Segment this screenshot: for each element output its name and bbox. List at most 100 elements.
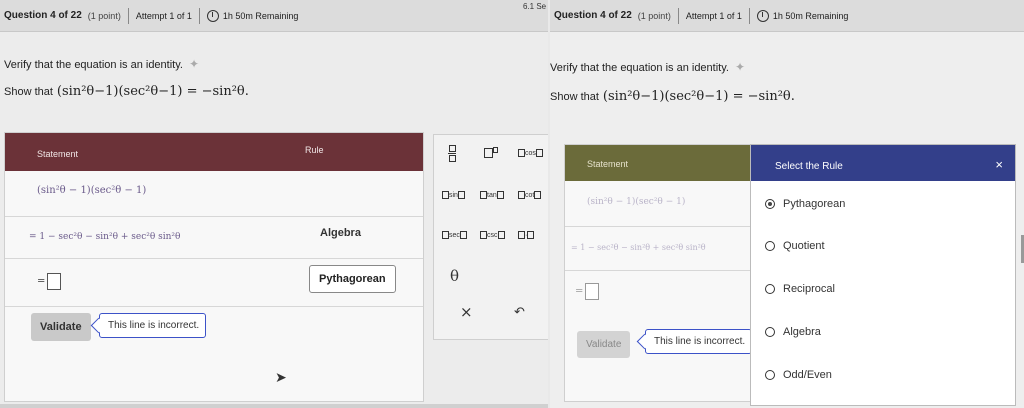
multiply-key[interactable]: · bbox=[518, 231, 535, 239]
option-label: Algebra bbox=[783, 326, 821, 338]
show-that-line: Show that (sin²θ−1)(sec²θ−1) = −sin²θ. bbox=[550, 89, 795, 104]
statement-cell: = bbox=[575, 283, 600, 300]
table-row: = 1 − sec²θ − sin²θ + sec²θ sin²θ bbox=[565, 227, 754, 271]
top-bar: Question 4 of 22 (1 point) Attempt 1 of … bbox=[550, 0, 1024, 32]
exponent-key[interactable] bbox=[484, 147, 498, 159]
table-row: = 1 − sec²θ − sin²θ + sec²θ sin²θ Algebr… bbox=[5, 217, 423, 259]
radio-selected-icon bbox=[765, 199, 775, 209]
fraction-key[interactable] bbox=[448, 145, 456, 164]
proof-table: Statement (sin²θ − 1)(sec²θ − 1) = 1 − s… bbox=[564, 144, 765, 402]
close-icon[interactable]: × bbox=[995, 157, 1003, 172]
equals-sign: = bbox=[575, 286, 584, 297]
table-header: Statement Rule bbox=[5, 133, 423, 171]
divider bbox=[677, 7, 679, 24]
validate-button[interactable]: Validate bbox=[577, 331, 631, 358]
sin-key[interactable]: sin bbox=[442, 191, 465, 199]
key-label: csc bbox=[487, 231, 498, 239]
attempt-counter: Attempt 1 of 1 bbox=[685, 10, 742, 21]
statement-column-header: Statement bbox=[37, 149, 79, 159]
radio-icon bbox=[765, 241, 775, 251]
error-message: This line is incorrect. bbox=[99, 313, 207, 338]
time-remaining: 1h 50m Remaining bbox=[222, 10, 299, 21]
question-number: Question 4 of 22 bbox=[4, 10, 82, 21]
right-screen: Question 4 of 22 (1 point) Attempt 1 of … bbox=[550, 0, 1024, 408]
rule-option-pythagorean[interactable]: Pythagorean bbox=[765, 198, 845, 210]
question-points: (1 point) bbox=[87, 10, 121, 21]
clear-key[interactable]: × bbox=[460, 303, 473, 321]
option-label: Reciprocal bbox=[783, 283, 835, 295]
divider bbox=[198, 7, 200, 24]
question-points: (1 point) bbox=[637, 10, 671, 21]
instruction: Verify that the equation is an identity. bbox=[550, 62, 729, 74]
attempt-counter: Attempt 1 of 1 bbox=[135, 10, 192, 21]
theta-key[interactable]: θ bbox=[450, 267, 459, 285]
rule-select-button[interactable]: Pythagorean bbox=[309, 265, 396, 293]
option-label: Odd/Even bbox=[783, 369, 832, 381]
timer-icon bbox=[206, 9, 219, 22]
sparkle-icon: ✦ bbox=[734, 60, 746, 74]
rule-option-odd-even[interactable]: Odd/Even bbox=[765, 369, 832, 381]
rule-column-header: Rule bbox=[305, 145, 324, 155]
option-label: Quotient bbox=[783, 240, 825, 252]
cot-key[interactable]: cot bbox=[518, 191, 542, 199]
statement-input[interactable] bbox=[47, 273, 62, 290]
validate-button[interactable]: Validate bbox=[31, 313, 91, 341]
select-rule-dialog: Select the Rule × Pythagorean Quotient R… bbox=[750, 144, 1016, 406]
section-label: 6.1 Se bbox=[523, 2, 547, 11]
rule-option-quotient[interactable]: Quotient bbox=[765, 240, 825, 252]
tan-key[interactable]: tan bbox=[480, 191, 504, 199]
instruction-text: Verify that the equation is an identity.… bbox=[550, 60, 745, 74]
table-row: (sin²θ − 1)(sec²θ − 1) bbox=[565, 181, 754, 227]
statement-input[interactable] bbox=[585, 283, 600, 300]
show-that-label: Show that bbox=[4, 86, 53, 98]
equals-sign: = bbox=[37, 276, 46, 287]
math-keypad: cos sin tan cot sec csc · θ × ↶ bbox=[433, 134, 548, 340]
key-label: cot bbox=[525, 191, 535, 199]
show-that-label: Show that bbox=[550, 91, 599, 103]
table-header: Statement bbox=[565, 145, 765, 181]
radio-icon bbox=[765, 370, 775, 380]
statement-cell: = 1 − sec²θ − sin²θ + sec²θ sin²θ bbox=[571, 243, 706, 252]
instruction: Verify that the equation is an identity. bbox=[4, 59, 183, 71]
dialog-header: Select the Rule × bbox=[751, 145, 1015, 181]
statement-cell: (sin²θ − 1)(sec²θ − 1) bbox=[587, 197, 686, 207]
csc-key[interactable]: csc bbox=[480, 231, 505, 239]
key-label: cos bbox=[525, 149, 536, 157]
left-screen: Question 4 of 22 (1 point) Attempt 1 of … bbox=[0, 0, 548, 408]
statement-cell: = bbox=[37, 273, 62, 290]
rule-cell: Algebra bbox=[320, 227, 361, 239]
key-label: sin bbox=[449, 191, 458, 199]
mouse-cursor-icon: ➤ bbox=[275, 369, 287, 385]
table-row-active: = Pythagorean bbox=[5, 259, 423, 307]
instruction-text: Verify that the equation is an identity.… bbox=[4, 57, 199, 71]
question-number: Question 4 of 22 bbox=[554, 10, 632, 21]
key-label: tan bbox=[487, 191, 497, 199]
rule-option-algebra[interactable]: Algebra bbox=[765, 326, 821, 338]
top-bar: Question 4 of 22 (1 point) Attempt 1 of … bbox=[0, 0, 548, 32]
table-row: (sin²θ − 1)(sec²θ − 1) bbox=[5, 171, 423, 217]
time-remaining: 1h 50m Remaining bbox=[772, 10, 849, 21]
table-row-active: = bbox=[565, 271, 754, 317]
error-message: This line is incorrect. bbox=[645, 329, 753, 354]
radio-icon bbox=[765, 284, 775, 294]
sparkle-icon: ✦ bbox=[188, 57, 200, 71]
option-label: Pythagorean bbox=[783, 198, 846, 210]
target-equation: (sin²θ−1)(sec²θ−1) = −sin²θ. bbox=[602, 89, 795, 104]
statement-cell: (sin²θ − 1)(sec²θ − 1) bbox=[37, 185, 147, 196]
show-that-line: Show that (sin²θ−1)(sec²θ−1) = −sin²θ. bbox=[4, 84, 249, 99]
divider bbox=[748, 7, 750, 24]
target-equation: (sin²θ−1)(sec²θ−1) = −sin²θ. bbox=[56, 84, 249, 99]
bottom-strip bbox=[0, 404, 548, 408]
proof-table: Statement Rule (sin²θ − 1)(sec²θ − 1) = … bbox=[4, 132, 424, 402]
sec-key[interactable]: sec bbox=[442, 231, 467, 239]
timer-icon bbox=[756, 9, 769, 22]
statement-column-header: Statement bbox=[587, 159, 629, 169]
radio-icon bbox=[765, 327, 775, 337]
statement-cell: = 1 − sec²θ − sin²θ + sec²θ sin²θ bbox=[29, 232, 181, 242]
divider bbox=[127, 7, 129, 24]
key-label: sec bbox=[449, 231, 460, 239]
undo-icon[interactable]: ↶ bbox=[514, 305, 525, 320]
rule-option-reciprocal[interactable]: Reciprocal bbox=[765, 283, 835, 295]
dialog-title: Select the Rule bbox=[775, 161, 843, 172]
cos-key[interactable]: cos bbox=[518, 149, 543, 157]
